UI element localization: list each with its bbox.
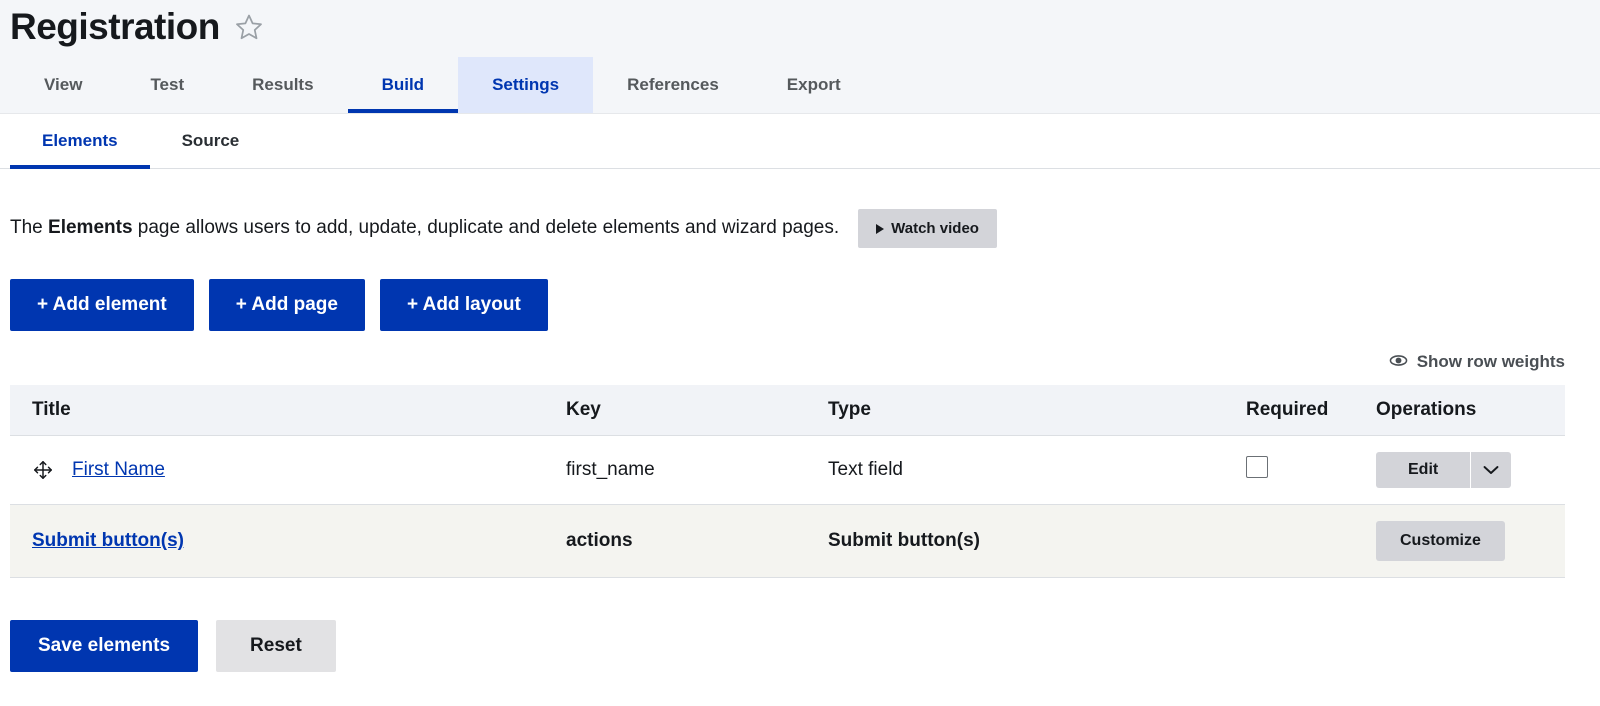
required-checkbox[interactable]	[1246, 456, 1268, 478]
watch-video-label: Watch video	[891, 220, 979, 237]
form-actions: Save elements Reset	[10, 620, 1565, 672]
watch-video-button[interactable]: Watch video	[858, 209, 997, 248]
cell-type: Submit button(s)	[828, 505, 1246, 578]
chevron-down-icon[interactable]	[1471, 452, 1511, 488]
column-header-operations: Operations	[1376, 385, 1565, 436]
tab-test[interactable]: Test	[116, 57, 218, 113]
cell-operations: Customize	[1376, 505, 1565, 578]
tab-settings-label: Settings	[492, 75, 559, 95]
subtab-source-label: Source	[182, 131, 240, 151]
cell-key: first_name	[566, 436, 828, 505]
column-header-title: Title	[10, 385, 566, 436]
tab-build[interactable]: Build	[348, 57, 459, 113]
intro-row: The Elements page allows users to add, u…	[10, 209, 1565, 248]
cell-title: First Name	[10, 436, 566, 505]
table-head: Title Key Type Required Operations	[10, 385, 1565, 436]
page-header: Registration	[0, 0, 1600, 57]
cell-type: Text field	[828, 436, 1246, 505]
column-header-key: Key	[566, 385, 828, 436]
elements-table: Title Key Type Required Operations	[10, 385, 1565, 578]
save-elements-button[interactable]: Save elements	[10, 620, 198, 672]
element-title-link[interactable]: First Name	[72, 459, 165, 481]
show-row-weights-label: Show row weights	[1417, 352, 1565, 372]
move-arrows-icon[interactable]	[32, 459, 54, 481]
main-content: The Elements page allows users to add, u…	[0, 209, 1600, 672]
intro-prefix: The	[10, 217, 48, 238]
subtab-elements-label: Elements	[42, 131, 118, 151]
cell-required	[1246, 436, 1376, 505]
tab-test-label: Test	[150, 75, 184, 95]
cell-operations: Edit	[1376, 436, 1565, 505]
intro-description: The Elements page allows users to add, u…	[10, 216, 839, 241]
reset-button[interactable]: Reset	[216, 620, 336, 672]
customize-button[interactable]: Customize	[1376, 521, 1505, 561]
star-outline-icon[interactable]	[234, 12, 264, 47]
add-element-button[interactable]: + Add element	[10, 279, 194, 331]
table-row: Submit button(s) actions Submit button(s…	[10, 505, 1565, 578]
intro-bold-word: Elements	[48, 217, 132, 238]
secondary-tabs: Elements Source	[0, 114, 1600, 169]
intro-suffix: page allows users to add, update, duplic…	[133, 217, 840, 238]
tab-references-label: References	[627, 75, 719, 95]
tab-view[interactable]: View	[10, 57, 116, 113]
edit-button[interactable]: Edit	[1376, 452, 1471, 488]
row-weights-row: Show row weights	[10, 352, 1565, 372]
tab-results[interactable]: Results	[218, 57, 347, 113]
element-title-link[interactable]: Submit button(s)	[32, 530, 184, 552]
page-title: Registration	[10, 6, 220, 49]
cell-required	[1246, 505, 1376, 578]
tab-export-label: Export	[787, 75, 841, 95]
cell-title: Submit button(s)	[10, 505, 566, 578]
eye-icon	[1389, 352, 1408, 372]
cell-key: actions	[566, 505, 828, 578]
add-buttons-group: + Add element + Add page + Add layout	[10, 279, 1565, 331]
column-header-type: Type	[828, 385, 1246, 436]
edit-split-button: Edit	[1376, 452, 1511, 488]
subtab-source[interactable]: Source	[150, 114, 272, 168]
table-header-row: Title Key Type Required Operations	[10, 385, 1565, 436]
add-page-button[interactable]: + Add page	[209, 279, 365, 331]
primary-tabs: View Test Results Build Settings Referen…	[0, 57, 1600, 114]
table-body: First Name first_name Text field Edit	[10, 436, 1565, 578]
tab-results-label: Results	[252, 75, 313, 95]
table-row: First Name first_name Text field Edit	[10, 436, 1565, 505]
tab-build-label: Build	[382, 75, 425, 95]
column-header-required: Required	[1246, 385, 1376, 436]
tab-references[interactable]: References	[593, 57, 753, 113]
add-layout-button[interactable]: + Add layout	[380, 279, 548, 331]
tab-export[interactable]: Export	[753, 57, 875, 113]
subtab-elements[interactable]: Elements	[10, 114, 150, 168]
tab-view-label: View	[44, 75, 82, 95]
tab-settings[interactable]: Settings	[458, 57, 593, 113]
play-triangle-icon	[876, 224, 884, 234]
show-row-weights-toggle[interactable]: Show row weights	[1389, 352, 1565, 372]
